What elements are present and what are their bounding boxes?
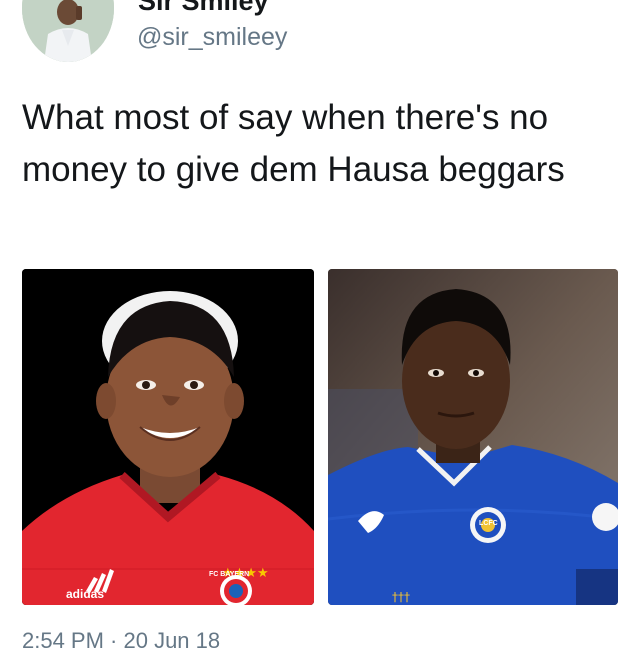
display-name[interactable]: Sir Smiley bbox=[138, 0, 269, 16]
tweet-text: What most of say when there's no money t… bbox=[22, 98, 565, 189]
leicester-crest-text: LCFC bbox=[479, 520, 498, 527]
avatar-photo bbox=[22, 0, 114, 62]
svg-text:†††: ††† bbox=[392, 590, 410, 604]
tweet-photo-left[interactable]: ★★★★ adidas FC BAYERN bbox=[22, 269, 314, 605]
user-handle[interactable]: @sir_smileey bbox=[137, 22, 287, 52]
kit-brand-label: adidas bbox=[66, 587, 105, 601]
player-blue-kit-image: ††† bbox=[328, 269, 618, 605]
player-red-kit-image: ★★★★ bbox=[22, 269, 314, 605]
avatar[interactable] bbox=[22, 0, 114, 62]
tweet-timestamp[interactable]: 2:54 PM · 20 Jun 18 bbox=[22, 628, 220, 654]
tweet-photo-right[interactable]: ††† LCFC bbox=[328, 269, 618, 605]
bayern-crest-text: FC BAYERN bbox=[209, 571, 250, 578]
